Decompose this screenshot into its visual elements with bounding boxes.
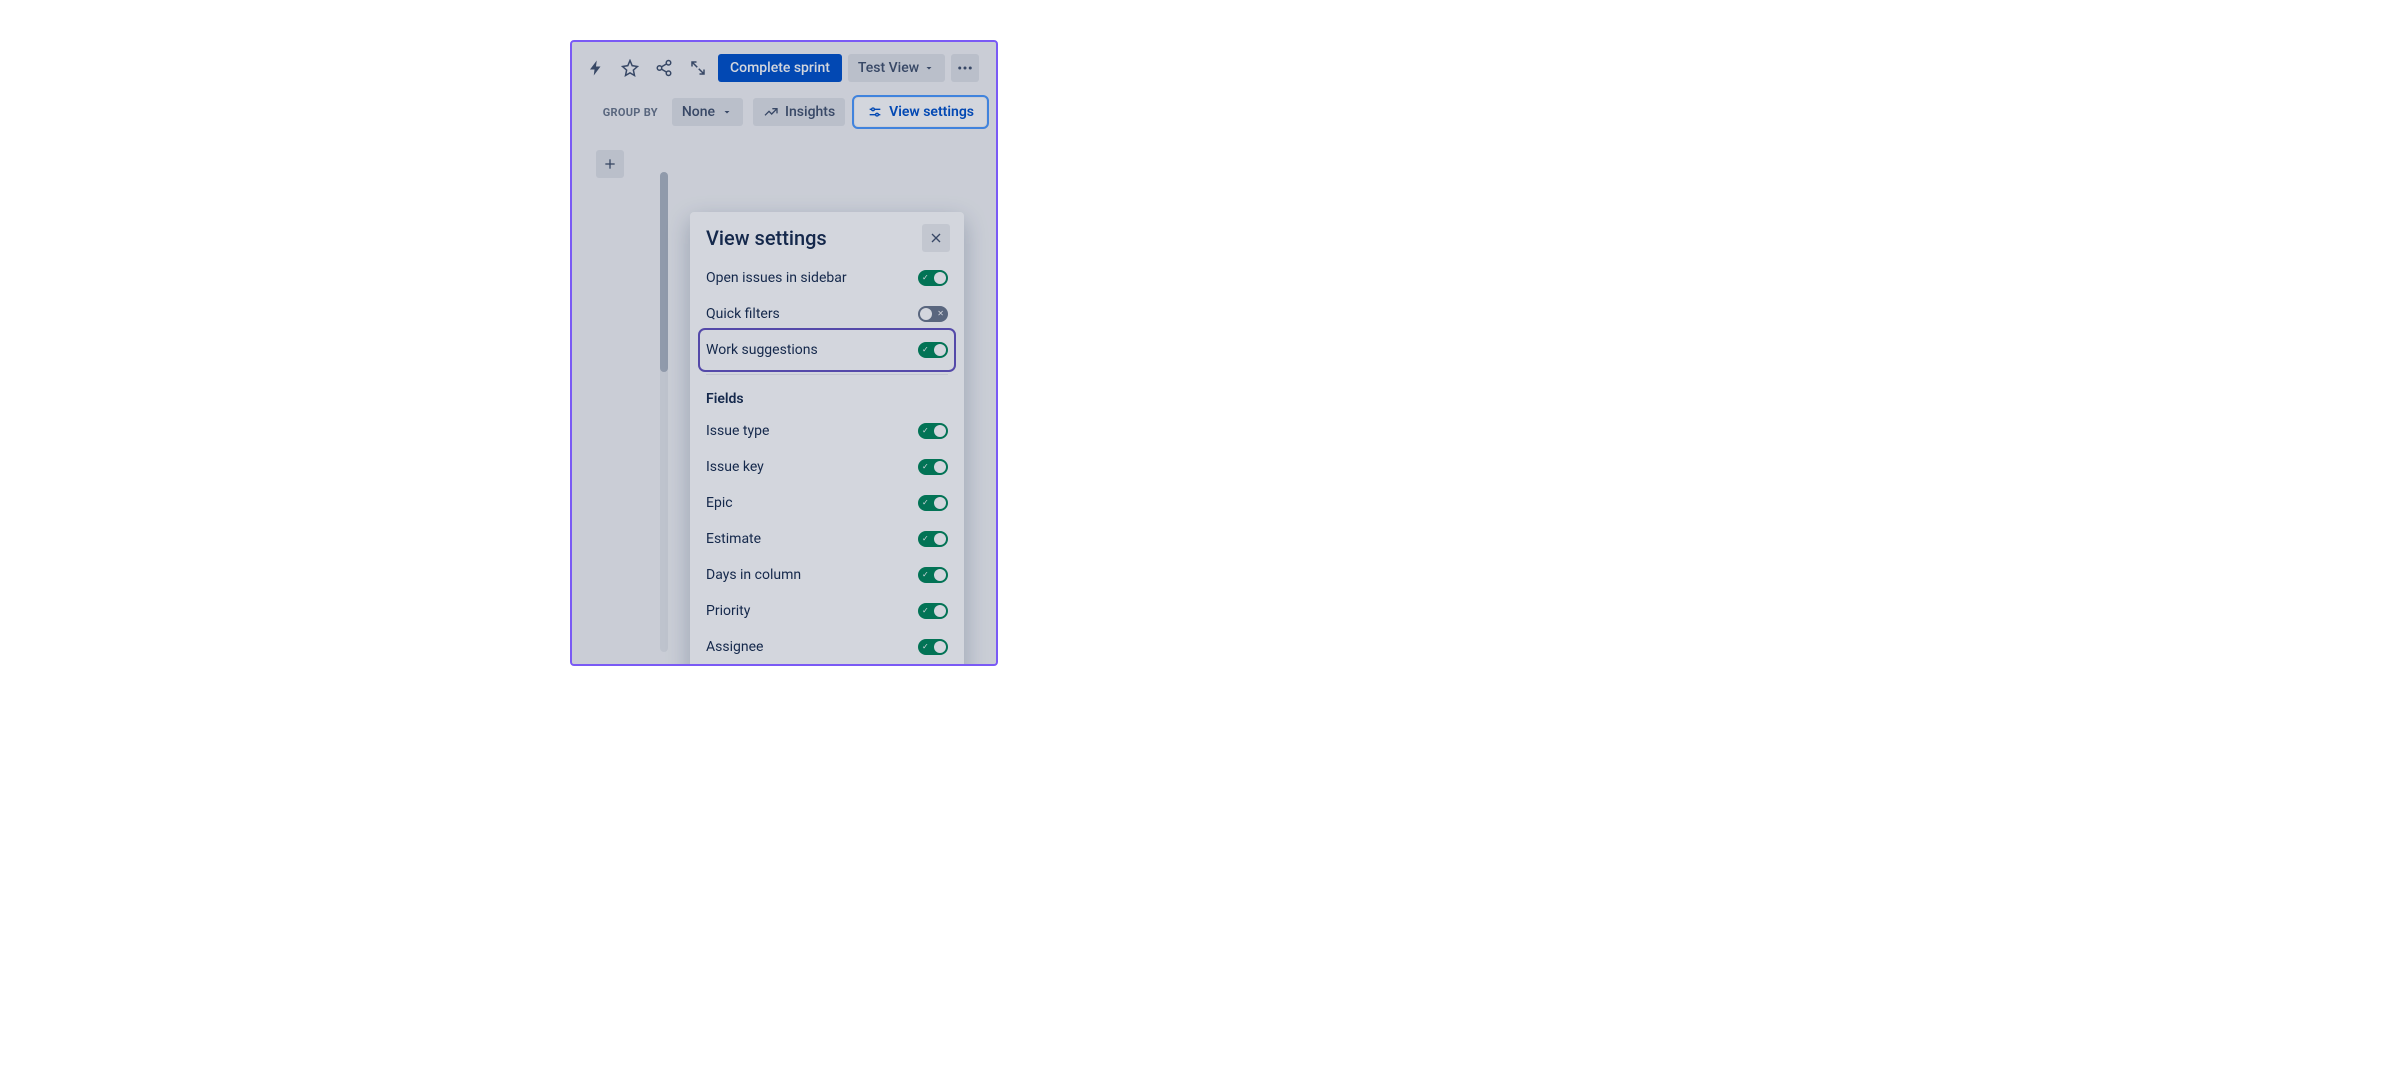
fields-heading: Fields: [706, 381, 948, 413]
sliders-icon: [867, 104, 883, 120]
plus-icon: [602, 156, 618, 172]
separator: [706, 374, 948, 375]
field-row: Days in column ✓: [706, 557, 948, 593]
complete-sprint-button[interactable]: Complete sprint: [718, 54, 842, 82]
field-row: Priority ✓: [706, 593, 948, 629]
add-column-button[interactable]: [596, 150, 624, 178]
toggle[interactable]: ✓: [918, 423, 948, 439]
group-by-label: GROUP BY: [603, 106, 658, 119]
toggle[interactable]: ✓: [918, 639, 948, 655]
setting-row: Quick filters ✕: [706, 296, 948, 332]
chevron-down-icon: [721, 106, 733, 118]
field-label: Epic: [706, 495, 733, 511]
field-label: Issue key: [706, 459, 764, 475]
more-horizontal-icon: [956, 59, 974, 77]
view-dropdown-button[interactable]: Test View: [848, 54, 945, 82]
share-icon[interactable]: [650, 54, 678, 82]
subbar: GROUP BY None Insights View settings: [572, 90, 996, 140]
field-row: Estimate ✓: [706, 521, 948, 557]
insights-label: Insights: [785, 104, 835, 120]
setting-label: Open issues in sidebar: [706, 270, 847, 286]
fullscreen-icon[interactable]: [684, 54, 712, 82]
insights-button[interactable]: Insights: [753, 98, 845, 126]
toggle[interactable]: ✓: [918, 342, 948, 358]
field-label: Priority: [706, 603, 750, 619]
field-label: Estimate: [706, 531, 761, 547]
chevron-down-icon: [923, 62, 935, 74]
group-by-dropdown[interactable]: None: [672, 98, 743, 126]
field-row: Assignee ✓: [706, 629, 948, 665]
field-row: Issue key ✓: [706, 449, 948, 485]
setting-label: Work suggestions: [706, 342, 818, 358]
toggle[interactable]: ✓: [918, 495, 948, 511]
toggle[interactable]: ✕: [918, 306, 948, 322]
close-panel-button[interactable]: [922, 224, 950, 252]
toggle[interactable]: ✓: [918, 459, 948, 475]
view-settings-button[interactable]: View settings: [855, 98, 986, 126]
toggle[interactable]: ✓: [918, 603, 948, 619]
field-row: Epic ✓: [706, 485, 948, 521]
star-icon[interactable]: [616, 54, 644, 82]
close-icon: [928, 230, 944, 246]
toggle[interactable]: ✓: [918, 270, 948, 286]
toolbar: Complete sprint Test View: [572, 42, 996, 90]
automation-icon[interactable]: [582, 54, 610, 82]
setting-row: Work suggestions ✓: [702, 332, 952, 368]
insights-icon: [763, 104, 779, 120]
panel-title: View settings: [706, 226, 948, 250]
field-row: Issue type ✓: [706, 413, 948, 449]
group-by-value: None: [682, 104, 715, 120]
setting-row: Open issues in sidebar ✓: [706, 260, 948, 296]
more-actions-button[interactable]: [951, 54, 979, 82]
view-settings-panel: View settings Open issues in sidebar ✓ Qui…: [690, 212, 964, 666]
toggle[interactable]: ✓: [918, 531, 948, 547]
field-label: Issue type: [706, 423, 769, 439]
view-settings-label: View settings: [889, 104, 974, 120]
app-window: Complete sprint Test View GROUP BY None …: [570, 40, 998, 666]
setting-label: Quick filters: [706, 306, 780, 322]
view-dropdown-label: Test View: [858, 60, 919, 76]
field-label: Days in column: [706, 567, 801, 583]
field-label: Assignee: [706, 639, 763, 655]
toggle[interactable]: ✓: [918, 567, 948, 583]
